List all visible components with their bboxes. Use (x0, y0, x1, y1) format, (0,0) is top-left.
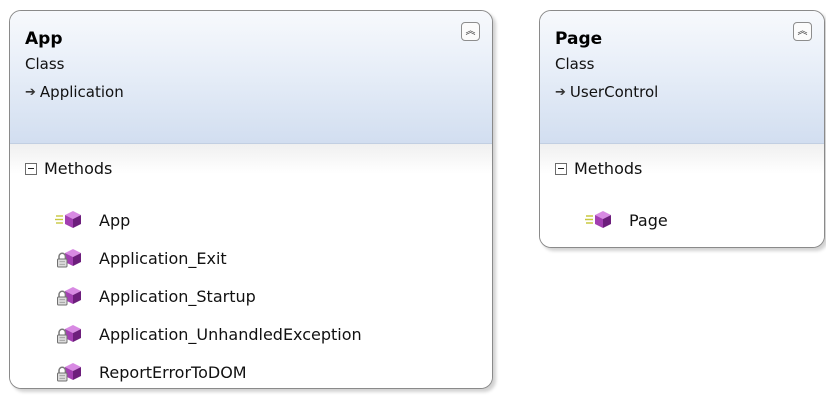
base-class: ➔ UserControl (555, 83, 658, 101)
class-body: Methods Page (540, 144, 824, 247)
class-name: Page (555, 29, 603, 49)
method-label: Application_UnhandledException (99, 324, 362, 344)
section-label: Methods (44, 159, 113, 178)
section-label: Methods (574, 159, 643, 178)
method-list: Page (584, 201, 668, 239)
method-label: ReportErrorToDOM (99, 362, 247, 382)
class-header: App Class ➔ Application ︽ (10, 11, 492, 144)
class-kind: Class (555, 55, 595, 73)
method-item-application-unhandledexception[interactable]: Application_UnhandledException (54, 315, 362, 353)
method-label: Application_Startup (99, 286, 256, 306)
method-item-application-exit[interactable]: Application_Exit (54, 239, 362, 277)
class-body: Methods App Application_Exit Application… (10, 144, 492, 388)
methods-section-header[interactable]: Methods (555, 159, 642, 178)
private-method-icon (54, 323, 84, 345)
class-shape-page[interactable]: Page Class ➔ UserControl ︽ Methods Page (539, 10, 825, 248)
method-label: App (99, 210, 131, 230)
method-label: Application_Exit (99, 248, 227, 268)
method-item-app[interactable]: App (54, 201, 362, 239)
method-item-application-startup[interactable]: Application_Startup (54, 277, 362, 315)
private-method-icon (54, 285, 84, 307)
private-method-icon (54, 247, 84, 269)
methods-section-header[interactable]: Methods (25, 159, 112, 178)
inherit-arrow-icon: ➔ (555, 84, 566, 100)
method-item-reporterrortodom[interactable]: ReportErrorToDOM (54, 353, 362, 388)
minus-box-icon[interactable] (555, 162, 567, 175)
class-kind: Class (25, 55, 65, 73)
method-label: Page (629, 210, 668, 230)
public-method-icon (54, 209, 84, 231)
minus-box-icon[interactable] (25, 162, 37, 175)
double-chevron-up-icon[interactable]: ︽ (461, 22, 480, 41)
class-header: Page Class ➔ UserControl ︽ (540, 11, 824, 144)
inherit-arrow-icon: ➔ (25, 84, 36, 100)
base-class: ➔ Application (25, 83, 124, 101)
base-class-name: UserControl (569, 83, 659, 101)
private-method-icon (54, 361, 84, 383)
method-item-page[interactable]: Page (584, 201, 668, 239)
base-class-name: Application (39, 83, 124, 101)
public-method-icon (584, 209, 614, 231)
double-chevron-up-icon[interactable]: ︽ (793, 22, 812, 41)
class-shape-app[interactable]: App Class ➔ Application ︽ Methods App Ap… (9, 10, 493, 389)
class-name: App (25, 29, 63, 49)
method-list: App Application_Exit Application_Startup (54, 201, 362, 388)
